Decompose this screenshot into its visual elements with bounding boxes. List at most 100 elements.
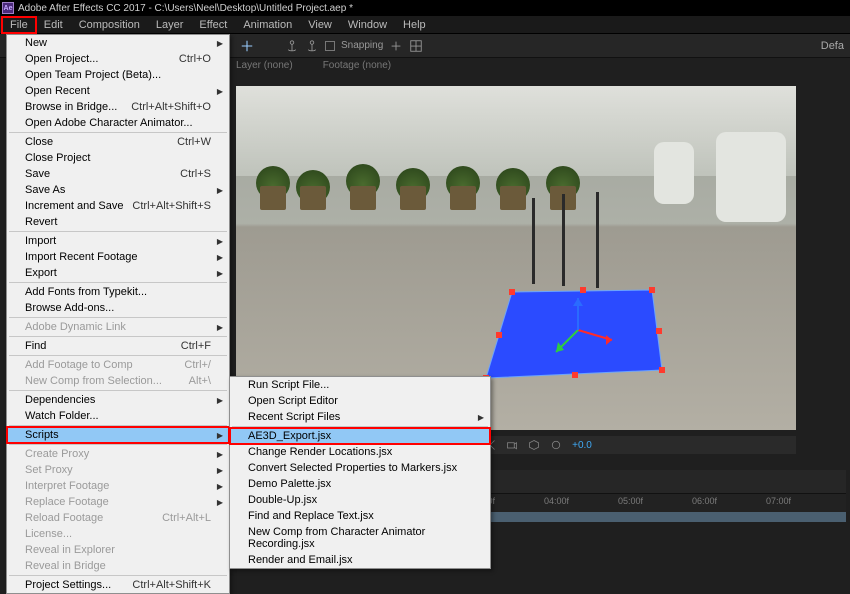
menu-item-label: Find and Replace Text.jsx [248,510,374,522]
file-menu-item[interactable]: Open Team Project (Beta)... [7,67,229,83]
camera-icon[interactable] [506,439,518,451]
menu-layer[interactable]: Layer [148,17,192,33]
menu-item-label: AE3D_Export.jsx [248,430,331,442]
snapping-checkbox[interactable] [325,41,335,51]
file-menu-item: Replace Footage▶ [7,494,229,510]
file-menu-item[interactable]: Add Fonts from Typekit... [7,284,229,300]
scripts-menu-item[interactable]: AE3D_Export.jsx [230,428,490,444]
title-bar: Ae Adobe After Effects CC 2017 - C:\User… [0,0,850,16]
file-menu-item[interactable]: Open Adobe Character Animator... [7,115,229,131]
submenu-arrow-icon: ▶ [217,87,223,96]
menu-window[interactable]: Window [340,17,395,33]
snapping-group: Snapping [285,39,423,53]
file-menu-item[interactable]: Import▶ [7,233,229,249]
anchor-icon[interactable] [285,39,299,53]
viewport-tank [654,142,694,204]
menu-file[interactable]: File [2,17,36,33]
file-menu-item[interactable]: FindCtrl+F [7,338,229,354]
menu-item-label: Double-Up.jsx [248,494,317,506]
menu-item-label: Adobe Dynamic Link [25,321,126,333]
menu-item-label: New [25,37,47,49]
file-menu-item[interactable]: Scripts▶ [7,427,229,443]
scripts-menu-item[interactable]: Run Script File... [230,377,490,393]
submenu-arrow-icon: ▶ [217,39,223,48]
file-menu-item[interactable]: New ▶ [7,35,229,51]
file-menu-item[interactable]: Save As▶ [7,182,229,198]
menu-item-label: Add Footage to Comp [25,359,133,371]
menu-item-shortcut: Ctrl+Alt+Shift+O [131,101,211,113]
viewport-pot [260,186,286,210]
menu-edit[interactable]: Edit [36,17,71,33]
scripts-menu-item[interactable]: Double-Up.jsx [230,492,490,508]
menu-animation[interactable]: Animation [235,17,300,33]
3dview-icon[interactable] [528,439,540,451]
menu-effect[interactable]: Effect [191,17,235,33]
menu-item-label: Export [25,267,57,279]
scripts-menu-item[interactable]: Convert Selected Properties to Markers.j… [230,460,490,476]
axis-icon[interactable] [240,39,254,53]
file-menu-item[interactable]: Revert [7,214,229,230]
submenu-arrow-icon: ▶ [478,413,484,422]
file-menu-item[interactable]: Import Recent Footage▶ [7,249,229,265]
scripts-menu-item[interactable]: Recent Script Files ▶ [230,409,490,425]
menu-item-label: Watch Folder... [25,410,99,422]
menu-item-label: Find [25,340,46,352]
scripts-menu-item[interactable]: Open Script Editor [230,393,490,409]
workspace-label[interactable]: Defa [821,40,844,52]
ruler-tick: 07:00f [766,496,791,506]
menu-item-label: Recent Script Files [248,411,340,423]
scripts-menu-item[interactable]: Demo Palette.jsx [230,476,490,492]
scripts-menu-item[interactable]: Find and Replace Text.jsx [230,508,490,524]
file-menu-item[interactable]: Watch Folder... [7,408,229,424]
menu-item-label: Render and Email.jsx [248,554,353,566]
scripts-menu-item[interactable]: New Comp from Character Animator Recordi… [230,524,490,552]
ruler-tick: 06:00f [692,496,717,506]
menu-item-shortcut: Ctrl+/ [184,359,211,371]
selected-3d-layer[interactable] [482,272,662,382]
submenu-arrow-icon: ▶ [217,323,223,332]
file-menu-item[interactable]: Open Project...Ctrl+O [7,51,229,67]
menu-item-label: New Comp from Character Animator Recordi… [248,526,472,550]
menu-view[interactable]: View [300,17,340,33]
menu-item-label: New Comp from Selection... [25,375,162,387]
anchor-icon-2[interactable] [305,39,319,53]
file-menu-item[interactable]: Export ▶ [7,265,229,281]
file-menu-item[interactable]: SaveCtrl+S [7,166,229,182]
file-menu-item: Reveal in Explorer [7,542,229,558]
submenu-arrow-icon: ▶ [217,396,223,405]
footage-tab[interactable]: Footage (none) [323,60,391,71]
file-menu-item[interactable]: CloseCtrl+W [7,134,229,150]
menu-item-label: Close Project [25,152,90,164]
file-menu-item[interactable]: Browse in Bridge...Ctrl+Alt+Shift+O [7,99,229,115]
file-menu-item: Interpret Footage▶ [7,478,229,494]
file-menu-item[interactable]: Dependencies▶ [7,392,229,408]
file-menu-item[interactable]: Browse Add-ons... [7,300,229,316]
file-menu-item: Create Proxy▶ [7,446,229,462]
snap-mode-icon[interactable] [389,39,403,53]
file-menu-item[interactable]: Increment and SaveCtrl+Alt+Shift+S [7,198,229,214]
menu-help[interactable]: Help [395,17,434,33]
snap-grid-icon[interactable] [409,39,423,53]
menu-item-label: Open Team Project (Beta)... [25,69,161,81]
menu-item-shortcut: Alt+\ [189,375,211,387]
menu-item-label: Save [25,168,50,180]
file-menu-item[interactable]: Open Recent▶ [7,83,229,99]
scripts-menu-item[interactable]: Change Render Locations.jsx [230,444,490,460]
menu-item-shortcut: Ctrl+Alt+L [162,512,211,524]
exposure-icon[interactable] [550,439,562,451]
file-menu-item[interactable]: Project Settings...Ctrl+Alt+Shift+K [7,577,229,593]
menu-composition[interactable]: Composition [71,17,148,33]
submenu-arrow-icon: ▶ [217,269,223,278]
layer-tab[interactable]: Layer (none) [236,60,293,71]
exposure-value[interactable]: +0.0 [572,440,592,451]
scripts-submenu: Run Script File...Open Script EditorRece… [229,376,491,569]
file-menu-dropdown: New ▶ Open Project...Ctrl+O Open Team Proje… [6,34,230,594]
viewport-sky [236,86,796,176]
scripts-menu-item[interactable]: Render and Email.jsx [230,552,490,568]
submenu-arrow-icon: ▶ [217,466,223,475]
menu-item-label: Change Render Locations.jsx [248,446,392,458]
menu-item-label: Reveal in Bridge [25,560,106,572]
menu-item-label: Replace Footage [25,496,109,508]
file-menu-item: New Comp from Selection... Alt+\ [7,373,229,389]
file-menu-item[interactable]: Close Project [7,150,229,166]
